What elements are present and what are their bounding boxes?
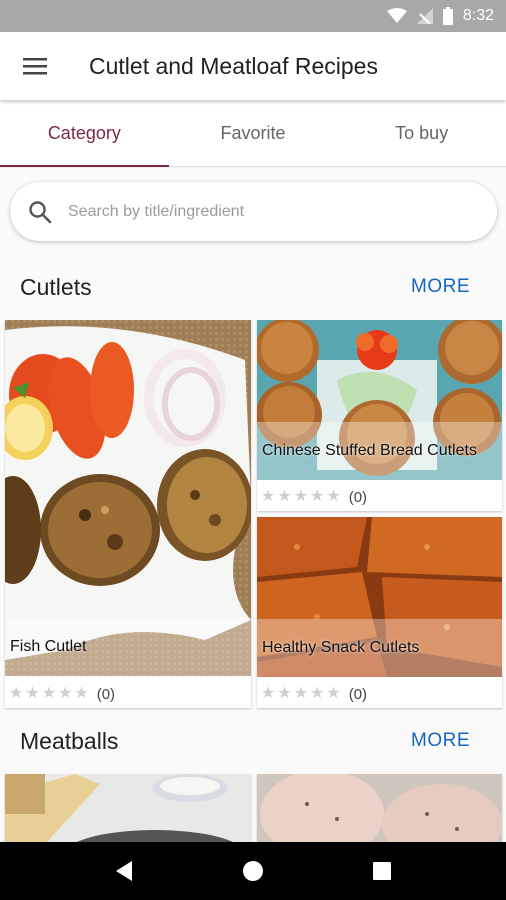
recipe-card[interactable] — [257, 774, 502, 842]
section-header-cutlets: Cutlets MORE — [0, 265, 506, 309]
star-icon: ★ — [326, 685, 341, 702]
star-icon: ★ — [9, 685, 24, 702]
recipe-title: Fish Cutlet — [10, 638, 87, 655]
rating-row: ★ ★ ★ ★ ★ (0) — [261, 485, 367, 509]
star-icon: ★ — [261, 488, 276, 505]
recipe-card[interactable] — [5, 774, 251, 842]
menu-button[interactable] — [0, 32, 70, 100]
star-icon: ★ — [58, 685, 73, 702]
battery-icon — [442, 7, 453, 25]
wifi-icon — [386, 8, 407, 24]
star-icon: ★ — [25, 685, 40, 702]
status-time: 8:32 — [462, 7, 494, 24]
recents-icon — [372, 862, 391, 880]
star-icon: ★ — [261, 685, 276, 702]
recents-button[interactable] — [352, 846, 412, 896]
menu-icon — [23, 58, 47, 75]
recipe-title: Healthy Snack Cutlets — [262, 639, 420, 656]
caption-band: Chinese Stuffed Bread Cutlets — [257, 422, 502, 480]
app-title: Cutlet and Meatloaf Recipes — [89, 52, 378, 79]
star-icon: ★ — [310, 685, 325, 702]
recipe-card-chinese-stuffed-bread-cutlets[interactable]: Chinese Stuffed Bread Cutlets ★ ★ ★ ★ ★ … — [257, 320, 502, 511]
content-area[interactable]: Cutlets MORE — [0, 168, 506, 842]
signal-icon — [416, 8, 433, 24]
star-icon: ★ — [293, 685, 309, 702]
star-icon: ★ — [41, 685, 57, 702]
tab-category[interactable]: Category — [0, 100, 169, 167]
recipe-card-healthy-snack-cutlets[interactable]: Healthy Snack Cutlets ★ ★ ★ ★ ★ (0) — [257, 517, 502, 708]
rating-count: (0) — [348, 488, 368, 506]
tab-to-buy[interactable]: To buy — [337, 100, 506, 166]
star-icon: ★ — [293, 488, 309, 505]
section-title: Cutlets — [20, 273, 92, 300]
home-icon — [242, 861, 263, 881]
rating-count: (0) — [96, 685, 116, 703]
app-bar: Cutlet and Meatloaf Recipes — [0, 32, 506, 100]
star-icon: ★ — [310, 488, 325, 505]
search-bar[interactable] — [10, 182, 497, 241]
status-bar: 8:32 — [0, 0, 506, 32]
home-button[interactable] — [223, 846, 283, 896]
tab-favorite[interactable]: Favorite — [169, 100, 338, 166]
recipe-title: Chinese Stuffed Bread Cutlets — [262, 442, 477, 459]
system-nav-bar — [0, 842, 506, 900]
star-icon: ★ — [326, 488, 341, 505]
back-icon — [116, 861, 133, 881]
search-input[interactable] — [68, 202, 448, 221]
more-button[interactable]: MORE — [411, 730, 470, 752]
recipe-card-fish-cutlet[interactable]: Fish Cutlet ★ ★ ★ ★ ★ (0) — [5, 320, 251, 708]
star-icon: ★ — [277, 685, 292, 702]
search-icon — [29, 200, 52, 223]
recipe-image — [257, 774, 502, 842]
caption-band: Fish Cutlet — [5, 618, 251, 676]
back-button[interactable] — [94, 846, 154, 896]
star-icon: ★ — [277, 488, 292, 505]
tab-bar: Category Favorite To buy — [0, 100, 506, 167]
rating-count: (0) — [348, 685, 368, 703]
section-header-meatballs: Meatballs MORE — [0, 719, 506, 763]
caption-band: Healthy Snack Cutlets — [257, 619, 502, 677]
rating-row: ★ ★ ★ ★ ★ (0) — [9, 682, 115, 706]
star-icon: ★ — [74, 685, 89, 702]
section-title: Meatballs — [20, 727, 119, 754]
recipe-image — [5, 774, 251, 842]
more-button[interactable]: MORE — [411, 276, 470, 298]
rating-row: ★ ★ ★ ★ ★ (0) — [261, 682, 367, 706]
